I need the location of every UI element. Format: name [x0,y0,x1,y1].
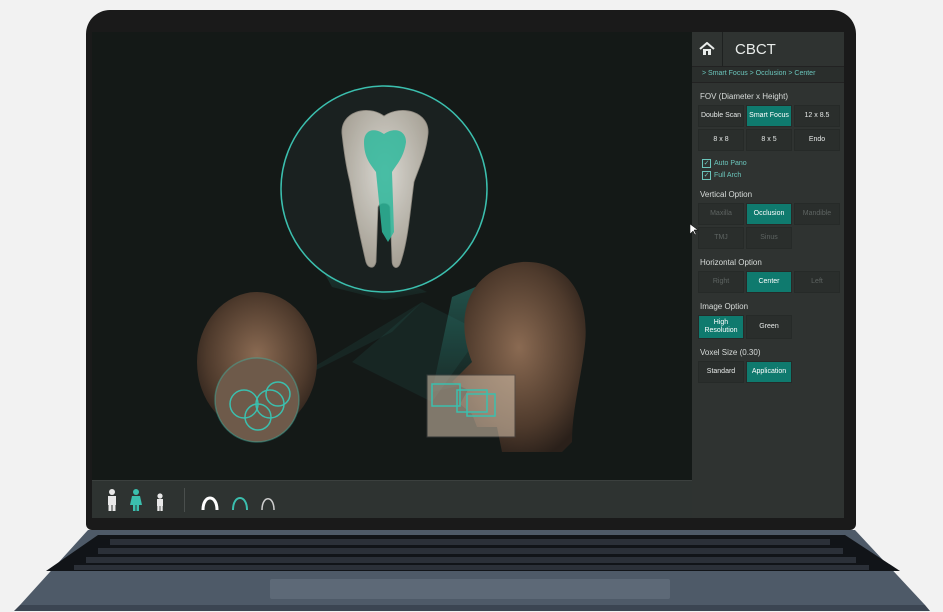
arch-large-icon[interactable] [200,488,220,512]
horizontal-left-button[interactable]: Left [794,271,840,293]
vertical-section-title: Vertical Option [700,190,753,199]
fov-options: Double Scan Smart Focus 12 x 8.5 8 x 8 8… [692,105,844,151]
horizontal-section-title: Horizontal Option [700,258,762,267]
vertical-tmj-button[interactable]: TMJ [698,227,744,249]
image-high-resolution-button[interactable]: High Resolution [698,315,744,339]
horizontal-center-button[interactable]: Center [746,271,792,293]
image-section-title: Image Option [700,302,749,311]
voxel-section-title: Voxel Size (0.30) [700,348,761,357]
app-screen: CBCT > Smart Focus > Occlusion > Center … [92,32,844,518]
horizontal-options: Right Center Left [692,271,844,293]
back-head-illustration [197,292,317,443]
bottom-toolbar [92,480,692,518]
image-options: High Resolution Green [692,315,844,339]
vertical-options: Maxilla Occlusion Mandible TMJ Sinus [692,203,844,249]
checkmark-icon: ✓ [702,170,711,180]
fov-8x5-button[interactable]: 8 x 5 [746,129,792,151]
home-icon [699,42,715,55]
auto-pano-checkbox[interactable]: ✓ Auto Pano [692,157,844,169]
toolbar-divider [184,488,185,512]
vertical-sinus-button[interactable]: Sinus [746,227,792,249]
vertical-occlusion-button[interactable]: Occlusion [746,203,792,225]
vertical-maxilla-button[interactable]: Maxilla [698,203,744,225]
fov-8x8-button[interactable]: 8 x 8 [698,129,744,151]
auto-pano-label: Auto Pano [714,159,747,167]
fov-endo-button[interactable]: Endo [794,129,840,151]
fov-smart-focus-button[interactable]: Smart Focus [746,105,792,127]
fov-12x8.5-button[interactable]: 12 x 8.5 [794,105,840,127]
checkmark-icon: ✓ [702,158,711,168]
arch-medium-icon[interactable] [230,488,250,512]
full-arch-label: Full Arch [714,171,742,179]
fov-section-title: FOV (Diameter x Height) [700,92,789,101]
page-title: CBCT [735,40,776,58]
scan-viewport[interactable] [92,32,692,480]
child-icon[interactable] [150,488,170,512]
tooth-magnifier [280,85,488,293]
voxel-options: Standard Application [692,361,844,383]
fov-double-scan-button[interactable]: Double Scan [698,105,744,127]
panel-header: CBCT [692,32,844,67]
laptop-keyboard-base [14,530,930,611]
vertical-mandible-button[interactable]: Mandible [794,203,840,225]
voxel-application-button[interactable]: Application [746,361,792,383]
full-arch-checkbox[interactable]: ✓ Full Arch [692,169,844,181]
adult-male-icon[interactable] [102,488,122,512]
mouse-cursor-icon [690,224,698,236]
horizontal-right-button[interactable]: Right [698,271,744,293]
voxel-standard-button[interactable]: Standard [698,361,744,383]
cbct-settings-panel: CBCT > Smart Focus > Occlusion > Center … [692,32,844,518]
home-button[interactable] [692,32,723,66]
breadcrumb: > Smart Focus > Occlusion > Center [692,67,844,83]
arch-small-icon[interactable] [258,488,278,512]
viewport-illustration [197,85,586,452]
adult-female-icon[interactable] [126,488,146,512]
image-green-button[interactable]: Green [746,315,792,339]
